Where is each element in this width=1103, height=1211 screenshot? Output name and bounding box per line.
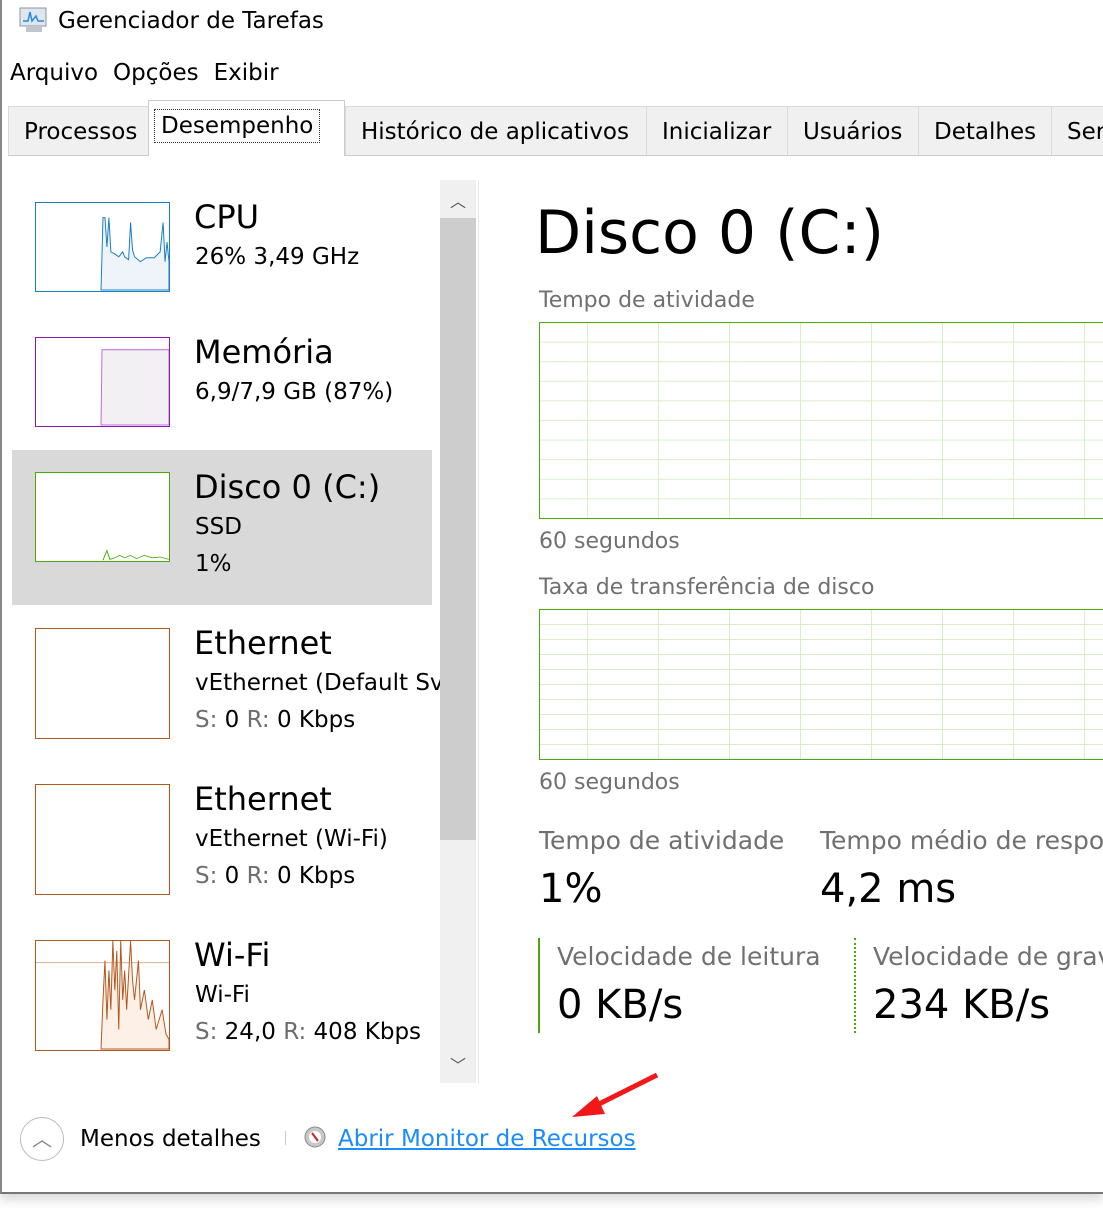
ethernet-sparkline (35, 628, 170, 739)
ethernet-name: Ethernet (194, 780, 332, 818)
read-speed-marker (538, 938, 540, 1033)
open-resource-monitor-link[interactable]: Abrir Monitor de Recursos (338, 1126, 636, 1152)
stat-response-time-label: Tempo médio de respos (820, 826, 1103, 855)
tab-label: Usuários (803, 119, 903, 145)
active-time-chart (539, 322, 1103, 519)
chart2-label: Taxa de transferência de disco (539, 575, 875, 600)
menu-exibir[interactable]: Exibir (214, 60, 279, 86)
tab-inicializar[interactable]: Inicializar (646, 106, 788, 155)
sidebar-item-memoria[interactable]: Memória 6,9/7,9 GB (87%) (12, 315, 432, 470)
ethernet-adapter: vEthernet (Wi-Fi) (195, 826, 388, 852)
menu-arquivo[interactable]: Arquivo (10, 60, 98, 86)
scroll-down-icon[interactable]: ﹀ (440, 1052, 476, 1076)
ethernet-sparkline (35, 784, 170, 895)
menu-bar: Arquivo Opções Exibir (10, 60, 279, 86)
tab-servicos[interactable]: Ser (1051, 106, 1103, 155)
cpu-usage: 26% 3,49 GHz (195, 244, 360, 270)
tab-label: Inicializar (662, 119, 772, 145)
stat-read-speed-value: 0 KB/s (557, 982, 684, 1028)
tab-usuarios[interactable]: Usuários (787, 106, 919, 155)
stat-write-speed-value: 234 KB/s (873, 982, 1051, 1028)
chart1-time: 60 segundos (539, 529, 680, 554)
tab-desempenho[interactable]: Desempenho (148, 100, 345, 156)
disk-type: SSD (195, 514, 242, 540)
window-title: Gerenciador de Tarefas (58, 8, 324, 34)
memory-sparkline (35, 337, 170, 427)
sidebar-item-disco[interactable]: Disco 0 (C:) SSD 1% (12, 450, 432, 605)
tab-label: Ser (1067, 119, 1103, 145)
tab-processos[interactable]: Processos (8, 106, 149, 155)
disk-name: Disco 0 (C:) (194, 468, 381, 506)
detail-title: Disco 0 (C:) (535, 198, 885, 268)
transfer-rate-chart (539, 609, 1103, 760)
wifi-name: Wi-Fi (194, 936, 271, 974)
disk-usage: 1% (195, 551, 232, 577)
chart1-label: Tempo de atividade (539, 288, 755, 313)
panel-divider (478, 180, 479, 1083)
sidebar-item-wifi[interactable]: Wi-Fi Wi-Fi S: 24,0 R: 408 Kbps (12, 918, 432, 1073)
ethernet-name: Ethernet (194, 624, 332, 662)
ethernet-adapter: vEthernet (Default Sv (195, 670, 441, 696)
scroll-up-icon[interactable]: ︿ (440, 188, 476, 212)
ethernet-throughput: S: 0 R: 0 Kbps (195, 707, 356, 733)
chart2-time: 60 segundos (539, 770, 680, 795)
tab-historico[interactable]: Histórico de aplicativos (345, 106, 647, 155)
stat-active-time-label: Tempo de atividade (539, 826, 785, 855)
write-speed-marker (854, 938, 856, 1033)
sidebar-item-ethernet-default[interactable]: Ethernet vEthernet (Default Sv S: 0 R: 0… (12, 606, 441, 761)
red-arrow-annotation (572, 1072, 659, 1117)
tab-label: Processos (24, 119, 138, 145)
footer-divider (285, 1131, 286, 1145)
stat-response-time-value: 4,2 ms (820, 866, 957, 912)
cpu-name: CPU (194, 198, 260, 236)
ethernet-throughput: S: 0 R: 0 Kbps (195, 863, 356, 889)
memory-name: Memória (194, 333, 334, 371)
tab-detalhes[interactable]: Detalhes (918, 106, 1052, 155)
stat-active-time-value: 1% (539, 866, 603, 912)
stat-write-speed-label: Velocidade de grava (873, 942, 1103, 971)
tab-label: Histórico de aplicativos (361, 119, 629, 145)
wifi-throughput: S: 24,0 R: 408 Kbps (195, 1019, 422, 1045)
scrollbar-thumb[interactable] (440, 218, 476, 840)
task-manager-window: Gerenciador de Tarefas Arquivo Opções Ex… (0, 0, 1103, 1194)
wifi-sparkline (35, 940, 170, 1051)
sidebar-item-ethernet-wifi[interactable]: Ethernet vEthernet (Wi-Fi) S: 0 R: 0 Kbp… (12, 762, 432, 917)
tab-label: Detalhes (934, 119, 1037, 145)
task-manager-icon (19, 7, 47, 32)
memory-usage: 6,9/7,9 GB (87%) (195, 379, 394, 405)
wifi-adapter: Wi-Fi (195, 982, 250, 1008)
resource-monitor-icon (304, 1126, 326, 1148)
disk-sparkline (35, 472, 170, 562)
cpu-sparkline (35, 202, 170, 292)
sidebar-item-cpu[interactable]: CPU 26% 3,49 GHz (12, 180, 432, 335)
less-details-button[interactable]: Menos detalhes (80, 1126, 261, 1152)
tab-label: Desempenho (154, 109, 321, 143)
menu-opcoes[interactable]: Opções (113, 60, 199, 86)
stat-read-speed-label: Velocidade de leitura (557, 942, 821, 971)
less-details-chevron-icon[interactable]: ︿ (20, 1117, 64, 1161)
tab-bar: Processos Desempenho Histórico de aplica… (8, 100, 1103, 156)
